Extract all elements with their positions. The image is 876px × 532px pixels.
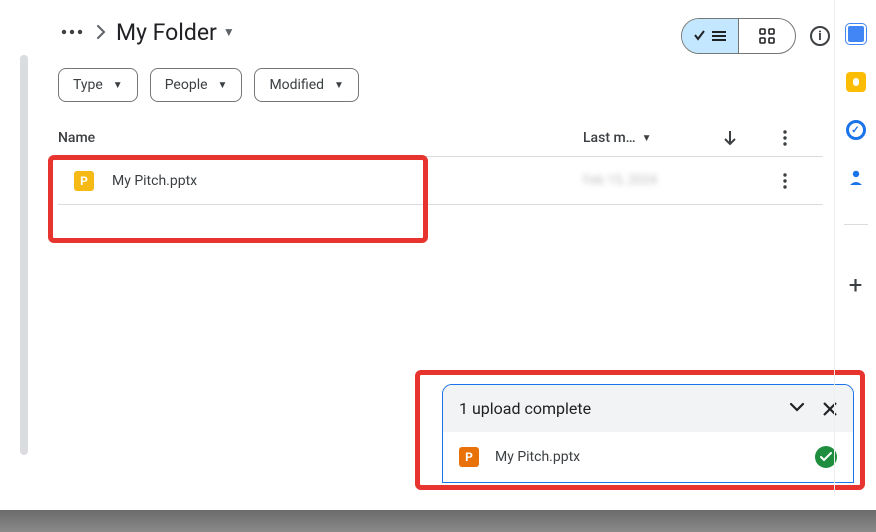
filter-modified[interactable]: Modified▼ <box>254 68 359 102</box>
chevron-right-icon <box>96 25 106 39</box>
filter-type[interactable]: Type▼ <box>58 68 138 102</box>
powerpoint-file-icon: P <box>459 447 479 467</box>
slides-file-icon: P <box>74 171 94 191</box>
column-last-modified[interactable]: Last m… ▼ <box>583 130 723 146</box>
folder-title-text: My Folder <box>116 19 217 46</box>
file-more-icon[interactable] <box>783 173 823 189</box>
contacts-icon[interactable] <box>847 168 865 186</box>
tasks-icon[interactable] <box>846 120 866 140</box>
caret-down-icon: ▼ <box>223 25 235 39</box>
column-name[interactable]: Name <box>58 130 583 146</box>
add-addon-icon[interactable]: + <box>849 271 863 299</box>
upload-panel-header: 1 upload complete <box>443 385 853 432</box>
filter-people[interactable]: People▼ <box>150 68 243 102</box>
grid-view-button[interactable] <box>739 19 795 53</box>
caret-down-icon: ▼ <box>113 80 123 91</box>
view-toggle <box>681 18 796 54</box>
toolbar-right: i <box>681 18 830 54</box>
filter-chips: Type▼ People▼ Modified▼ <box>20 46 830 102</box>
window-bottom-bar <box>0 510 876 532</box>
list-view-button[interactable] <box>682 19 738 53</box>
caret-down-icon: ▼ <box>334 80 344 91</box>
side-divider <box>844 224 868 225</box>
header-more-icon[interactable] <box>783 130 823 146</box>
file-row[interactable]: P My Pitch.pptx Feb 15, 2024 <box>58 157 823 205</box>
collapse-icon[interactable] <box>789 402 805 416</box>
keep-icon[interactable] <box>846 72 866 92</box>
upload-title: 1 upload complete <box>459 399 591 418</box>
more-icon[interactable] <box>58 18 86 46</box>
upload-file-name: My Pitch.pptx <box>495 449 799 465</box>
file-name-cell: P My Pitch.pptx <box>58 171 583 191</box>
breadcrumb: My Folder ▼ i <box>20 0 830 46</box>
caret-down-icon: ▼ <box>642 133 652 144</box>
folder-title-dropdown[interactable]: My Folder ▼ <box>116 19 235 46</box>
side-panel: + <box>834 0 876 495</box>
file-modified: Feb 15, 2024 <box>583 173 723 188</box>
sort-direction[interactable] <box>723 130 783 146</box>
calendar-icon[interactable] <box>846 24 866 44</box>
list-header: Name Last m… ▼ <box>58 130 823 157</box>
info-icon[interactable]: i <box>810 26 830 46</box>
file-name: My Pitch.pptx <box>112 173 197 189</box>
upload-item[interactable]: P My Pitch.pptx <box>443 432 853 482</box>
upload-status-panel: 1 upload complete P My Pitch.pptx <box>442 384 854 483</box>
caret-down-icon: ▼ <box>218 80 228 91</box>
